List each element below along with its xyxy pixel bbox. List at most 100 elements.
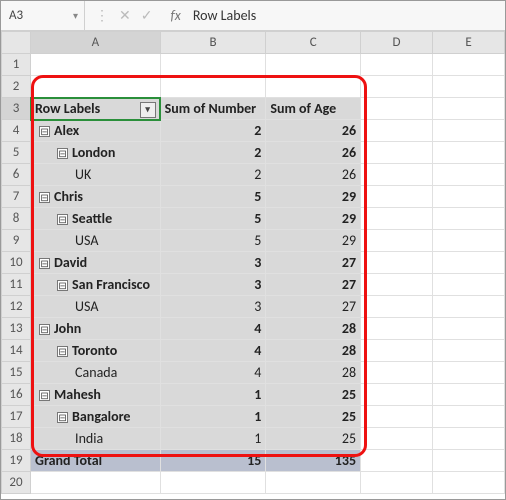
- pivot-sum-number[interactable]: 4: [160, 362, 266, 384]
- cell[interactable]: [361, 120, 433, 142]
- pivot-sum-age[interactable]: 27: [266, 274, 361, 296]
- cell[interactable]: [361, 472, 433, 494]
- cell[interactable]: [433, 54, 505, 76]
- pivot-country[interactable]: Canada: [31, 362, 161, 384]
- pivot-sum-number[interactable]: 5: [160, 186, 266, 208]
- pivot-col1-header[interactable]: Sum of Number: [160, 98, 266, 120]
- pivot-name[interactable]: ⊟John: [31, 318, 161, 340]
- pivot-sum-age[interactable]: 29: [266, 186, 361, 208]
- pivot-sum-age[interactable]: 26: [266, 164, 361, 186]
- pivot-country[interactable]: India: [31, 428, 161, 450]
- pivot-sum-number[interactable]: 3: [160, 274, 266, 296]
- pivot-sum-age[interactable]: 28: [266, 362, 361, 384]
- pivot-sum-age[interactable]: 29: [266, 208, 361, 230]
- col-header-D[interactable]: D: [361, 32, 433, 54]
- cell[interactable]: [361, 362, 433, 384]
- pivot-grand-total-label[interactable]: Grand Total: [31, 450, 161, 472]
- cell[interactable]: [266, 76, 361, 98]
- cell[interactable]: [361, 450, 433, 472]
- cell[interactable]: [433, 208, 505, 230]
- row-header[interactable]: 7: [2, 186, 31, 208]
- pivot-name[interactable]: ⊟Mahesh: [31, 384, 161, 406]
- pivot-city[interactable]: ⊟London: [31, 142, 161, 164]
- name-box[interactable]: A3 ▾: [1, 1, 85, 30]
- pivot-sum-number[interactable]: 1: [160, 428, 266, 450]
- collapse-icon[interactable]: ⊟: [39, 324, 50, 335]
- row-header[interactable]: 5: [2, 142, 31, 164]
- formula-value[interactable]: Row Labels: [189, 7, 256, 24]
- cell[interactable]: [31, 76, 161, 98]
- name-box-dropdown-icon[interactable]: ▾: [71, 9, 80, 22]
- cell[interactable]: [361, 230, 433, 252]
- cell[interactable]: [433, 406, 505, 428]
- pivot-country[interactable]: USA: [31, 296, 161, 318]
- pivot-country[interactable]: UK: [31, 164, 161, 186]
- collapse-icon[interactable]: ⊟: [57, 214, 68, 225]
- pivot-sum-age[interactable]: 26: [266, 120, 361, 142]
- pivot-sum-age[interactable]: 28: [266, 340, 361, 362]
- row-header[interactable]: 13: [2, 318, 31, 340]
- collapse-icon[interactable]: ⊟: [57, 346, 68, 357]
- cell[interactable]: [266, 472, 361, 494]
- collapse-icon[interactable]: ⊟: [39, 258, 50, 269]
- col-header-E[interactable]: E: [433, 32, 505, 54]
- pivot-grand-total-age[interactable]: 135: [266, 450, 361, 472]
- pivot-sum-age[interactable]: 25: [266, 384, 361, 406]
- cell[interactable]: [433, 76, 505, 98]
- col-header-C[interactable]: C: [266, 32, 361, 54]
- row-header[interactable]: 16: [2, 384, 31, 406]
- pivot-sum-number[interactable]: 5: [160, 208, 266, 230]
- collapse-icon[interactable]: ⊟: [57, 412, 68, 423]
- cell[interactable]: [433, 450, 505, 472]
- row-header[interactable]: 3: [2, 98, 31, 120]
- select-all-corner[interactable]: [2, 32, 31, 54]
- pivot-sum-age[interactable]: 28: [266, 318, 361, 340]
- pivot-sum-number[interactable]: 2: [160, 164, 266, 186]
- pivot-sum-age[interactable]: 26: [266, 142, 361, 164]
- pivot-city[interactable]: ⊟Bangalore: [31, 406, 161, 428]
- cell[interactable]: [433, 164, 505, 186]
- row-header[interactable]: 15: [2, 362, 31, 384]
- col-header-B[interactable]: B: [160, 32, 266, 54]
- row-header[interactable]: 20: [2, 472, 31, 494]
- cell[interactable]: [433, 230, 505, 252]
- row-header[interactable]: 10: [2, 252, 31, 274]
- cell[interactable]: [433, 98, 505, 120]
- pivot-row-labels-header[interactable]: Row Labels ▾: [31, 98, 161, 120]
- row-header[interactable]: 14: [2, 340, 31, 362]
- cell[interactable]: [361, 318, 433, 340]
- col-header-A[interactable]: A: [31, 32, 161, 54]
- cell[interactable]: [433, 340, 505, 362]
- pivot-col2-header[interactable]: Sum of Age: [266, 98, 361, 120]
- cell[interactable]: [160, 54, 266, 76]
- pivot-country[interactable]: USA: [31, 230, 161, 252]
- pivot-sum-age[interactable]: 25: [266, 406, 361, 428]
- row-header[interactable]: 11: [2, 274, 31, 296]
- cell[interactable]: [361, 142, 433, 164]
- cell[interactable]: [31, 54, 161, 76]
- pivot-sum-age[interactable]: 25: [266, 428, 361, 450]
- cell[interactable]: [361, 208, 433, 230]
- cell[interactable]: [433, 428, 505, 450]
- cell[interactable]: [361, 164, 433, 186]
- pivot-sum-number[interactable]: 5: [160, 230, 266, 252]
- cell[interactable]: [31, 472, 161, 494]
- cell[interactable]: [361, 428, 433, 450]
- pivot-city[interactable]: ⊟San Francisco: [31, 274, 161, 296]
- row-header[interactable]: 4: [2, 120, 31, 142]
- cell[interactable]: [433, 142, 505, 164]
- cell[interactable]: [433, 384, 505, 406]
- row-header[interactable]: 19: [2, 450, 31, 472]
- cell[interactable]: [361, 406, 433, 428]
- cell[interactable]: [266, 54, 361, 76]
- pivot-sum-age[interactable]: 27: [266, 296, 361, 318]
- pivot-sum-age[interactable]: 27: [266, 252, 361, 274]
- row-header[interactable]: 8: [2, 208, 31, 230]
- collapse-icon[interactable]: ⊟: [57, 148, 68, 159]
- cell[interactable]: [433, 296, 505, 318]
- cell[interactable]: [361, 54, 433, 76]
- pivot-name[interactable]: ⊟David: [31, 252, 161, 274]
- cell[interactable]: [433, 472, 505, 494]
- cell[interactable]: [433, 186, 505, 208]
- pivot-sum-number[interactable]: 1: [160, 406, 266, 428]
